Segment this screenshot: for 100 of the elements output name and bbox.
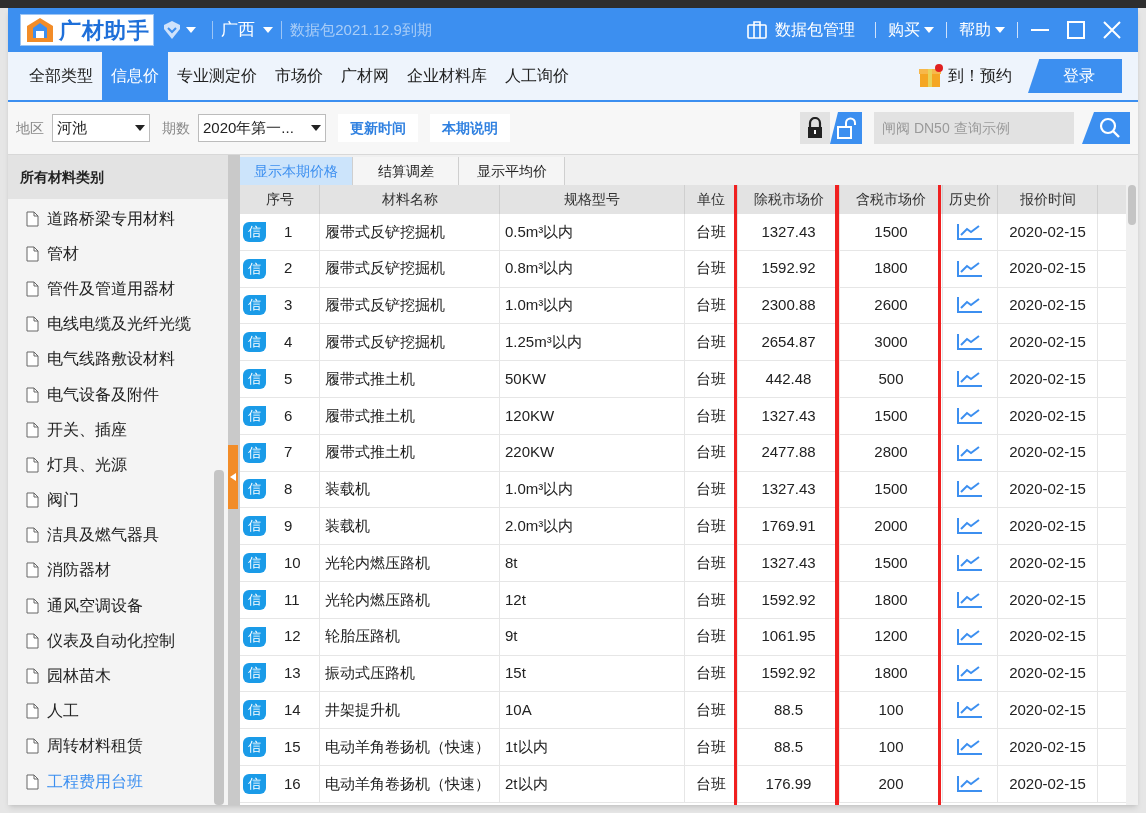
- column-header[interactable]: 序号: [240, 185, 320, 214]
- caret-icon: [230, 473, 236, 481]
- line-chart-icon[interactable]: [957, 774, 983, 793]
- sidebar-item[interactable]: 仪表及自动化控制: [8, 623, 228, 659]
- collapse-handle[interactable]: [228, 445, 238, 509]
- dropdown-field[interactable]: 2020年第一...: [198, 114, 326, 142]
- search-icon: [1099, 117, 1121, 139]
- sidebar-item[interactable]: 电气设备及附件: [8, 376, 228, 413]
- table-cell-text: 2: [284, 258, 293, 279]
- close-icon[interactable]: [1102, 20, 1122, 40]
- table-cell-text: 1327.43: [761, 405, 816, 426]
- account-dropdown[interactable]: [162, 21, 197, 39]
- line-chart-icon[interactable]: [957, 259, 983, 278]
- table-cell-text: 履带式反铲挖掘机: [325, 221, 445, 242]
- promo-text[interactable]: 到！预约: [948, 64, 1012, 88]
- column-header[interactable]: 单位: [685, 185, 738, 214]
- column-header[interactable]: 报价时间: [998, 185, 1098, 214]
- table-cell-text: 12t: [505, 589, 526, 610]
- table-cell-text: 0.5m³以内: [505, 221, 574, 242]
- sidebar-item[interactable]: 电线电缆及光纤光缆: [8, 306, 228, 342]
- sidebar-item[interactable]: 灯具、光源: [8, 447, 228, 483]
- nav-tab[interactable]: 广材网: [332, 52, 398, 100]
- link-button[interactable]: 本期说明: [430, 114, 510, 142]
- nav-tab[interactable]: 企业材料库: [398, 52, 496, 100]
- sidebar-item[interactable]: 消防器材: [8, 552, 228, 589]
- table-cell-text: 13: [284, 663, 301, 684]
- table-cell-text: 2000: [874, 516, 908, 536]
- maximize-icon[interactable]: [1066, 20, 1086, 40]
- search-field[interactable]: 闸阀 DN50 查询示例: [874, 112, 1074, 144]
- table-cell-text: 2020-02-15: [1009, 479, 1086, 500]
- table-cell-text: 台班: [696, 773, 726, 794]
- line-chart-icon[interactable]: [957, 590, 983, 609]
- line-chart-icon[interactable]: [957, 370, 983, 389]
- sidebar-item[interactable]: 通风空调设备: [8, 588, 228, 624]
- field-label: 地区: [16, 118, 44, 138]
- table-cell-text: 2800: [874, 442, 908, 463]
- dropdown-field[interactable]: 河池: [52, 114, 150, 142]
- table-cell-text: 200: [878, 773, 904, 794]
- line-chart-icon[interactable]: [957, 406, 983, 425]
- line-chart-icon[interactable]: [957, 517, 983, 536]
- column-header[interactable]: 规格型号: [500, 185, 685, 214]
- sidebar-item[interactable]: 道路桥梁专用材料: [8, 201, 228, 237]
- table-cell-text: 0.8m³以内: [505, 258, 574, 279]
- info-badge: 信: [243, 221, 266, 242]
- gift-icon[interactable]: [918, 63, 944, 89]
- column-header[interactable]: 材料名称: [320, 185, 500, 214]
- line-chart-icon[interactable]: [957, 480, 983, 499]
- search-button[interactable]: [1082, 112, 1130, 144]
- sidebar-item[interactable]: 开关、插座: [8, 412, 228, 448]
- table-cell-text: 台班: [696, 405, 726, 426]
- info-badge: 信: [243, 405, 266, 426]
- table-cell-text: 6: [284, 405, 293, 426]
- view-tab[interactable]: 显示平均价: [459, 157, 565, 185]
- field-label: 期数: [162, 118, 190, 138]
- table-cell-text: 1: [284, 221, 293, 242]
- table-cell-text: 1592.92: [761, 589, 816, 610]
- sidebar-item[interactable]: 洁具及燃气器具: [8, 517, 228, 553]
- sidebar-item[interactable]: 电气线路敷设材料: [8, 341, 228, 377]
- line-chart-icon[interactable]: [957, 627, 983, 646]
- column-header[interactable]: 历史价: [943, 185, 998, 214]
- nav-tab[interactable]: 全部类型: [20, 52, 102, 100]
- table-cell-text: 轮胎压路机: [325, 626, 400, 647]
- document-icon: [26, 351, 39, 368]
- table-cell-text: 台班: [696, 295, 726, 316]
- view-tab[interactable]: 结算调差: [353, 157, 459, 185]
- table-cell-text: 100: [878, 736, 904, 757]
- table-cell-text: 2654.87: [761, 332, 816, 353]
- line-chart-icon[interactable]: [957, 738, 983, 757]
- nav-tab[interactable]: 人工询价: [496, 52, 578, 100]
- line-chart-icon[interactable]: [957, 664, 983, 683]
- nav-tab[interactable]: 市场价: [266, 52, 332, 100]
- line-chart-icon[interactable]: [957, 701, 983, 720]
- line-chart-icon[interactable]: [957, 222, 983, 241]
- line-chart-icon[interactable]: [957, 443, 983, 462]
- sidebar-item[interactable]: 周转材料租赁: [8, 728, 228, 764]
- table-cell-text: 1.25m³以内: [505, 332, 582, 353]
- link-button[interactable]: 更新时间: [338, 114, 418, 142]
- table-cell-text: 台班: [696, 516, 726, 536]
- nav-tab[interactable]: 专业测定价: [168, 52, 266, 100]
- sidebar-item[interactable]: 管材: [8, 236, 228, 272]
- sidebar-item[interactable]: 阀门: [8, 482, 228, 518]
- column-header[interactable]: 除税市场价: [738, 185, 840, 214]
- document-icon: [26, 421, 39, 438]
- scrollbar[interactable]: [1126, 185, 1138, 805]
- scrollbar[interactable]: [214, 470, 224, 805]
- line-chart-icon[interactable]: [957, 333, 983, 352]
- column-header[interactable]: 含税市场价: [840, 185, 943, 214]
- table-cell-text: 1.0m³以内: [505, 479, 574, 500]
- lock-button[interactable]: [800, 112, 830, 144]
- line-chart-icon[interactable]: [957, 554, 983, 573]
- line-chart-icon[interactable]: [957, 296, 983, 315]
- table-cell-text: 振动式压路机: [325, 663, 415, 684]
- caret-icon: [263, 27, 274, 33]
- sidebar-item[interactable]: 人工: [8, 693, 228, 729]
- table-cell-text: 履带式反铲挖掘机: [325, 258, 445, 279]
- table-cell-text: 台班: [696, 368, 726, 389]
- sidebar-item[interactable]: 管件及管道用器材: [8, 271, 228, 307]
- sidebar-item[interactable]: 园林苗木: [8, 658, 228, 694]
- table-cell-text: 88.5: [773, 736, 804, 757]
- table-cell-text: 1327.43: [761, 221, 816, 242]
